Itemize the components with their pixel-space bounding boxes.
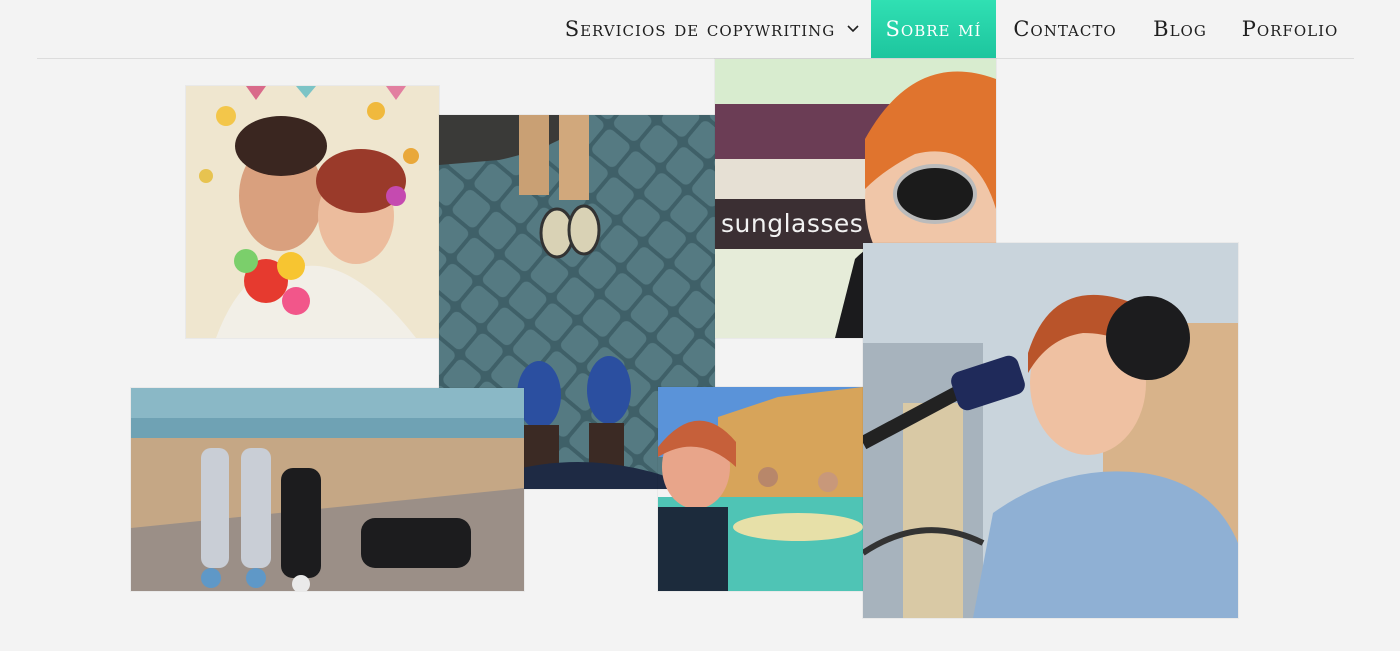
nav-item-porfolio[interactable]: Porfolio: [1232, 0, 1348, 58]
nav-divider: [37, 58, 1354, 59]
nav-item-label: Porfolio: [1241, 17, 1339, 41]
nav-item-label: Contacto: [1013, 17, 1117, 41]
nav-item-blog[interactable]: Blog: [1144, 0, 1216, 58]
photo-boat-selfie: [658, 387, 863, 591]
chevron-down-icon[interactable]: [847, 25, 859, 33]
photo-radio-studio: [863, 243, 1238, 618]
sunglasses-caption: sunglasses: [721, 209, 864, 238]
nav-item-servicios-de-copywriting[interactable]: Servicios de copywriting: [563, 0, 861, 58]
photo-couple-selfie: [186, 86, 439, 338]
main-navigation: Servicios de copywriting Sobre mí Contac…: [0, 0, 1400, 58]
nav-item-label: Sobre mí: [885, 17, 982, 41]
nav-item-contacto[interactable]: Contacto: [1004, 0, 1126, 58]
nav-item-label: Servicios de copywriting: [564, 17, 836, 41]
nav-item-sobre-mi[interactable]: Sobre mí: [871, 0, 996, 58]
nav-item-label: Blog: [1153, 17, 1207, 41]
photo-skates-beach: [131, 388, 524, 591]
